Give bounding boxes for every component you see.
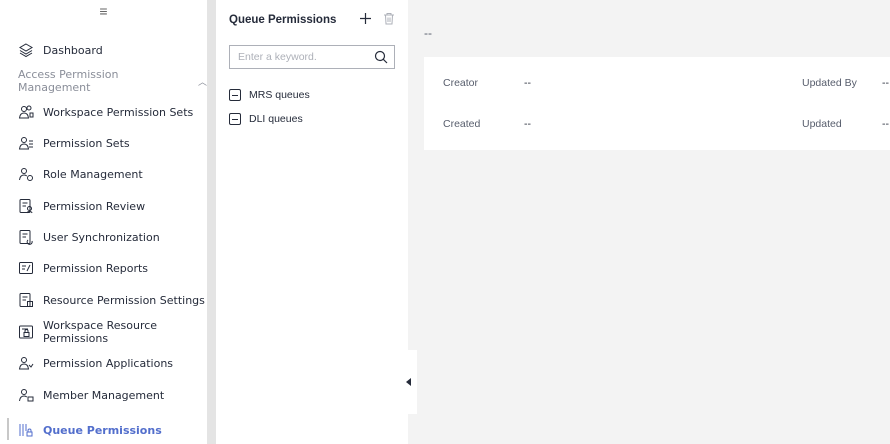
add-icon[interactable] xyxy=(358,10,372,26)
sidebar-item-label: Permission Sets xyxy=(43,136,130,150)
menu-toggle-icon[interactable]: ≡ xyxy=(0,0,207,22)
member-icon xyxy=(18,387,34,403)
sidebar-item-workspace-permission-sets[interactable]: Workspace Permission Sets xyxy=(0,100,207,124)
workspace-lock-icon xyxy=(18,324,34,340)
tree-node-label: MRS queues xyxy=(249,89,310,101)
sidebar-item-resource-permission-settings[interactable]: Resource Permission Settings xyxy=(0,288,207,312)
created-label: Created xyxy=(443,118,481,130)
sidebar-item-label: Workspace Resource Permissions xyxy=(43,319,158,345)
tree-title: Queue Permissions xyxy=(229,14,337,26)
tree-node-label: DLI queues xyxy=(249,113,303,125)
panel-divider xyxy=(207,0,216,444)
search-icon[interactable] xyxy=(374,50,388,64)
user-gear-icon xyxy=(18,166,34,182)
detail-card: Creator -- Updated By -- Created -- Upda… xyxy=(424,57,890,150)
sidebar-item-label: User Synchronization xyxy=(43,230,160,244)
sidebar-item-queue-permissions[interactable]: Queue Permissions xyxy=(0,418,207,442)
layers-icon xyxy=(18,42,34,58)
sidebar-item-label: Role Management xyxy=(43,167,143,181)
chevron-up-icon: ︿ xyxy=(197,77,207,88)
report-icon xyxy=(18,260,34,276)
sidebar-item-permission-sets[interactable]: Permission Sets xyxy=(0,131,207,155)
created-value: -- xyxy=(524,118,531,130)
detail-title: -- xyxy=(424,26,432,40)
sidebar-item-role-management[interactable]: Role Management xyxy=(0,162,207,186)
sidebar-item-label: Queue Permissions xyxy=(43,423,162,437)
collapse-icon[interactable] xyxy=(229,113,241,125)
sidebar-group-access-permission-management[interactable]: Access Permission Management ︿ xyxy=(0,68,207,94)
creator-value: -- xyxy=(524,77,531,89)
sidebar-item-workspace-resource-permissions[interactable]: Workspace Resource Permissions xyxy=(0,319,207,345)
doc-settings-icon xyxy=(18,292,34,308)
sidebar-item-label: Permission Review xyxy=(43,199,146,213)
users-lock-icon xyxy=(18,104,34,120)
user-apply-icon xyxy=(18,355,34,371)
sidebar-item-label: Member Management xyxy=(43,388,165,402)
sidebar-item-label: Permission Applications xyxy=(43,356,174,370)
tree-node-mrs-queues[interactable]: MRS queues xyxy=(229,86,310,104)
sidebar-item-permission-review[interactable]: Permission Review xyxy=(0,194,207,218)
doc-user-icon xyxy=(18,198,34,214)
sidebar-group-label: Access Permission Management xyxy=(18,68,119,94)
sidebar-item-user-synchronization[interactable]: User Synchronization xyxy=(0,225,207,249)
creator-label: Creator xyxy=(443,77,479,89)
sidebar-item-permission-applications[interactable]: Permission Applications xyxy=(0,351,207,375)
delete-icon[interactable] xyxy=(382,10,396,26)
updated-by-label: Updated By xyxy=(802,77,857,89)
sidebar-item-dashboard[interactable]: Dashboard xyxy=(0,38,207,62)
tree-node-dli-queues[interactable]: DLI queues xyxy=(229,110,303,128)
tree-actions xyxy=(358,10,396,26)
collapse-icon[interactable] xyxy=(229,89,241,101)
sidebar-item-label: Dashboard xyxy=(43,43,103,57)
sidebar-item-member-management[interactable]: Member Management xyxy=(0,383,207,407)
sidebar-item-label: Workspace Permission Sets xyxy=(43,105,194,119)
updated-label: Updated xyxy=(802,118,842,130)
sidebar-item-label: Resource Permission Settings xyxy=(43,293,205,307)
updated-value: -- xyxy=(882,118,889,130)
caret-left-icon xyxy=(406,378,411,386)
sidebar: ≡ Dashboard Access Permission Management… xyxy=(0,0,207,444)
collapse-panel-handle[interactable] xyxy=(400,350,417,414)
sidebar-item-label: Permission Reports xyxy=(43,261,149,275)
updated-by-value: -- xyxy=(882,77,889,89)
search-input[interactable] xyxy=(238,51,370,63)
queue-lock-icon xyxy=(18,422,34,438)
search-box xyxy=(229,45,395,69)
queue-tree-panel: Queue Permissions MRS queues DLI queues xyxy=(216,0,408,444)
sidebar-item-permission-reports[interactable]: Permission Reports xyxy=(0,256,207,280)
user-list-icon xyxy=(18,135,34,151)
doc-sync-icon xyxy=(18,229,34,245)
